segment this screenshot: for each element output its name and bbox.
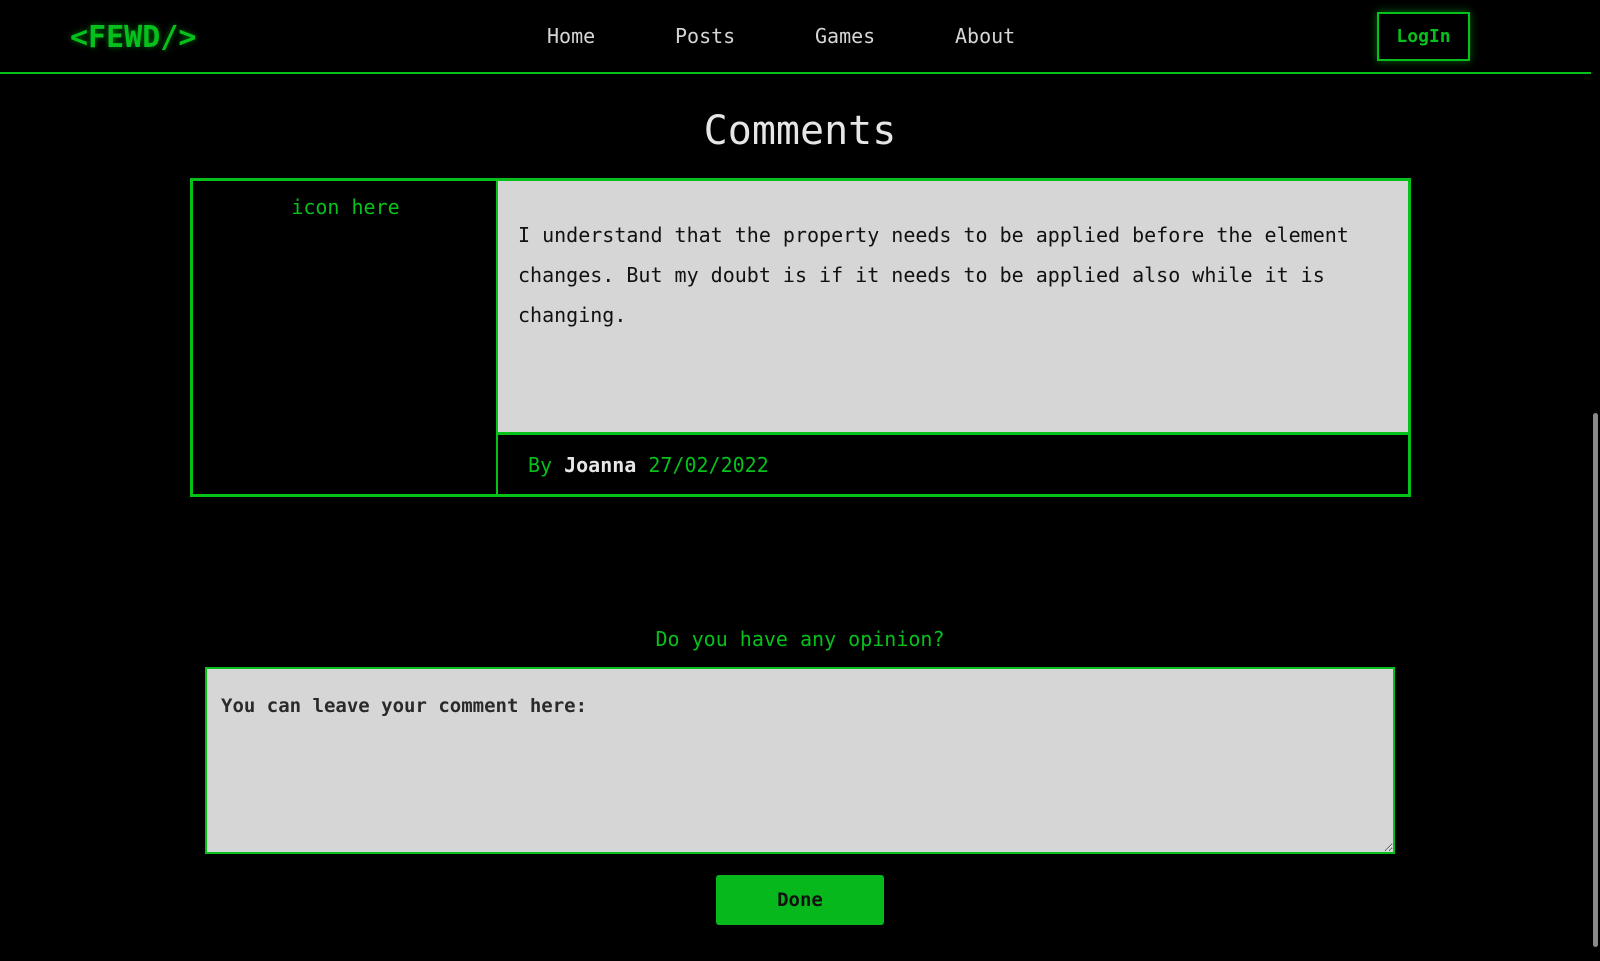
main-nav: Home Posts Games About (0, 24, 1600, 54)
comment-avatar-panel: icon here (193, 181, 498, 494)
scrollbar[interactable] (1591, 0, 1600, 961)
comment-input[interactable] (205, 667, 1395, 854)
nav-games-link[interactable]: Games (815, 24, 875, 48)
comment-author: Joanna (564, 452, 637, 477)
nav-home-link[interactable]: Home (547, 24, 595, 48)
page-title: Comments (703, 108, 897, 154)
navbar: <FEWD/> Home Posts Games About LogIn (0, 0, 1600, 74)
comment-body: I understand that the property needs to … (498, 181, 1408, 435)
avatar-placeholder-text: icon here (291, 195, 400, 219)
login-button[interactable]: LogIn (1377, 12, 1470, 61)
nav-posts-link[interactable]: Posts (675, 24, 735, 48)
scrollbar-thumb[interactable] (1593, 413, 1598, 947)
comment-meta: By Joanna 27/02/2022 (498, 435, 1408, 494)
comment-card: icon here I understand that the property… (190, 178, 1411, 497)
comment-by-label: By (528, 452, 553, 477)
opinion-prompt: Do you have any opinion? (655, 627, 945, 651)
nav-about-link[interactable]: About (955, 24, 1015, 48)
comment-date: 27/02/2022 (648, 452, 769, 477)
comment-text: I understand that the property needs to … (518, 223, 1349, 327)
done-button[interactable]: Done (716, 875, 884, 925)
